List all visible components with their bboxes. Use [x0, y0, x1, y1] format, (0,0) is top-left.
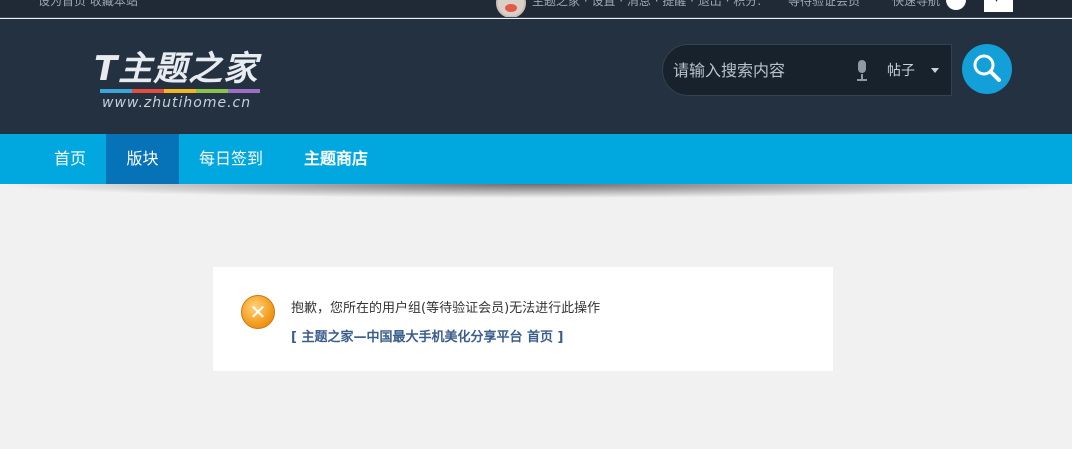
nav-item-theme-store[interactable]: 主题商店	[283, 134, 389, 184]
user-menu-links[interactable]: 主题之家 · 设置 · 消息 · 提醒 · 退出 · 积分:	[532, 0, 761, 9]
close-icon: ✕	[241, 295, 275, 329]
nav-item-forums[interactable]: 版块	[106, 134, 179, 184]
search-bar: 帖子	[662, 44, 952, 96]
grid-icon[interactable]: ▾	[984, 0, 1013, 12]
nav-shadow	[0, 184, 1072, 198]
chevron-down-icon[interactable]	[931, 68, 939, 73]
notice-message: 抱歉，您所在的用户组(等待验证会员)无法进行此操作	[291, 301, 601, 316]
site-logo[interactable]: T主题之家 www.zhutihome.cn	[94, 41, 269, 117]
main-nav: 首页 版块 每日签到 主题商店	[0, 134, 1072, 184]
top-left-links[interactable]: 设为首页 收藏本站	[38, 0, 138, 9]
user-avatar[interactable]	[496, 0, 526, 17]
user-group-label: 等待验证会员	[788, 0, 861, 8]
notice-panel: ✕ 抱歉，您所在的用户组(等待验证会员)无法进行此操作 [ 主题之家—中国最大手…	[213, 267, 833, 371]
logo-url: www.zhutihome.cn	[102, 95, 252, 111]
nav-item-checkin[interactable]: 每日签到	[179, 134, 283, 184]
search-button[interactable]	[962, 44, 1012, 94]
microphone-icon[interactable]	[855, 60, 869, 82]
logo-color-bars	[100, 89, 260, 93]
search-icon	[973, 54, 1001, 82]
search-input[interactable]	[673, 58, 843, 82]
home-link[interactable]: [ 主题之家—中国最大手机美化分享平台 首页 ]	[291, 326, 563, 345]
notification-dot[interactable]	[946, 0, 966, 10]
nav-item-home[interactable]: 首页	[34, 134, 106, 184]
quick-nav-link[interactable]: 快速导航	[892, 0, 940, 9]
logo-text: T主题之家	[94, 49, 259, 89]
site-header: T主题之家 www.zhutihome.cn 帖子	[0, 19, 1072, 134]
top-utility-bar: 设为首页 收藏本站 主题之家 · 设置 · 消息 · 提醒 · 退出 · 积分:…	[0, 0, 1072, 18]
search-scope-select[interactable]: 帖子	[887, 60, 915, 80]
